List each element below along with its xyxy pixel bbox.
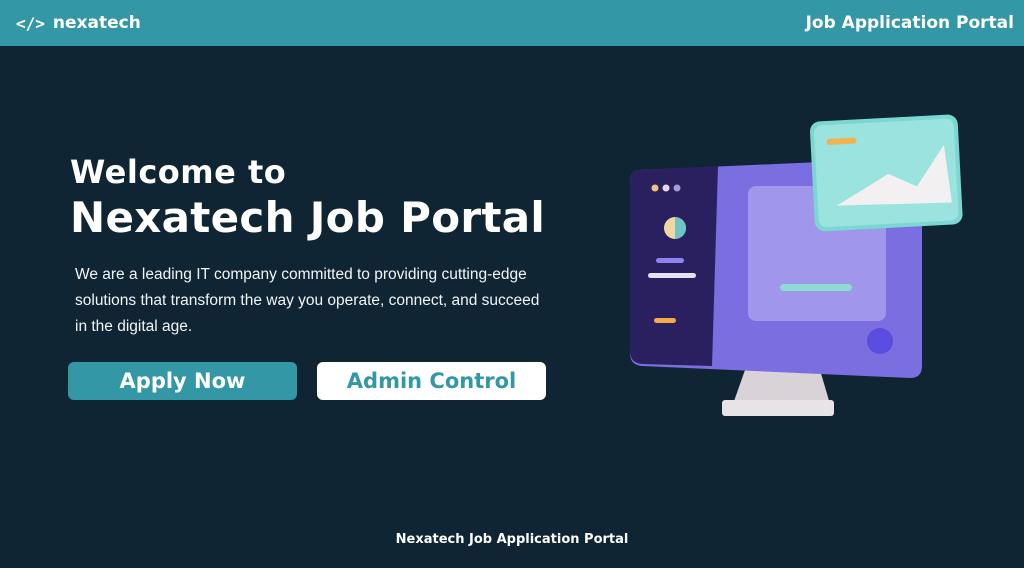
brand-logo[interactable]: </> nexatech xyxy=(16,13,141,33)
portal-title: Job Application Portal xyxy=(805,13,1014,33)
footer-text: Nexatech Job Application Portal xyxy=(395,532,629,547)
brand-name: nexatech xyxy=(52,13,141,33)
top-navigation-bar: </> nexatech Job Application Portal xyxy=(0,0,1024,46)
company-description: We are a leading IT company committed to… xyxy=(75,266,540,335)
monitor-stand xyxy=(733,370,830,404)
screen-sidebar xyxy=(630,166,718,366)
admin-control-button[interactable]: Admin Control xyxy=(317,362,546,400)
code-icon: </> xyxy=(16,13,45,33)
monitor-illustration xyxy=(630,114,963,416)
screen-round-button xyxy=(867,328,893,354)
page-title: Nexatech Job Portal xyxy=(70,193,546,242)
monitor-base xyxy=(722,400,834,416)
welcome-heading: Welcome to xyxy=(70,153,287,191)
hero-section: Welcome to Nexatech Job Portal We are a … xyxy=(70,152,610,340)
apply-now-button[interactable]: Apply Now xyxy=(68,362,297,400)
